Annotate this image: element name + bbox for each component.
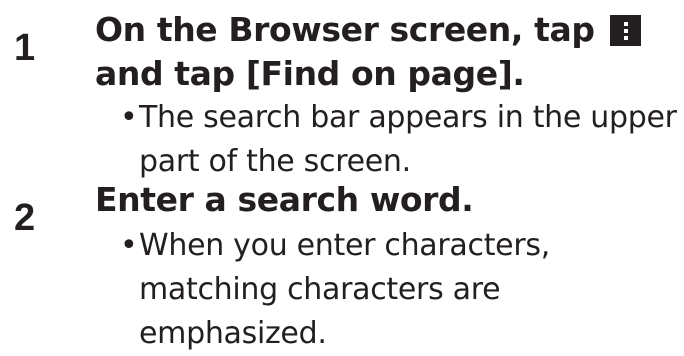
step-title: Enter a search word. <box>95 180 474 219</box>
step-note-text: The search bar appears in the upper part… <box>139 100 677 179</box>
step-title-text-before-icon: On the Browser screen, tap <box>95 10 595 49</box>
step-note-text: When you enter characters, matching char… <box>139 228 550 351</box>
step-note: •When you enter characters, matching cha… <box>120 224 680 356</box>
bullet: • <box>120 228 138 263</box>
step-number: 1 <box>14 27 36 69</box>
step-title-text-after-icon: and tap [Find on page]. <box>95 54 525 93</box>
step-note: •The search bar appears in the upper par… <box>120 96 680 184</box>
step-number: 2 <box>14 197 36 239</box>
menu-icon <box>609 15 641 46</box>
step-title: On the Browser screen, tap and tap [Find… <box>95 8 680 96</box>
bullet: • <box>120 100 138 135</box>
